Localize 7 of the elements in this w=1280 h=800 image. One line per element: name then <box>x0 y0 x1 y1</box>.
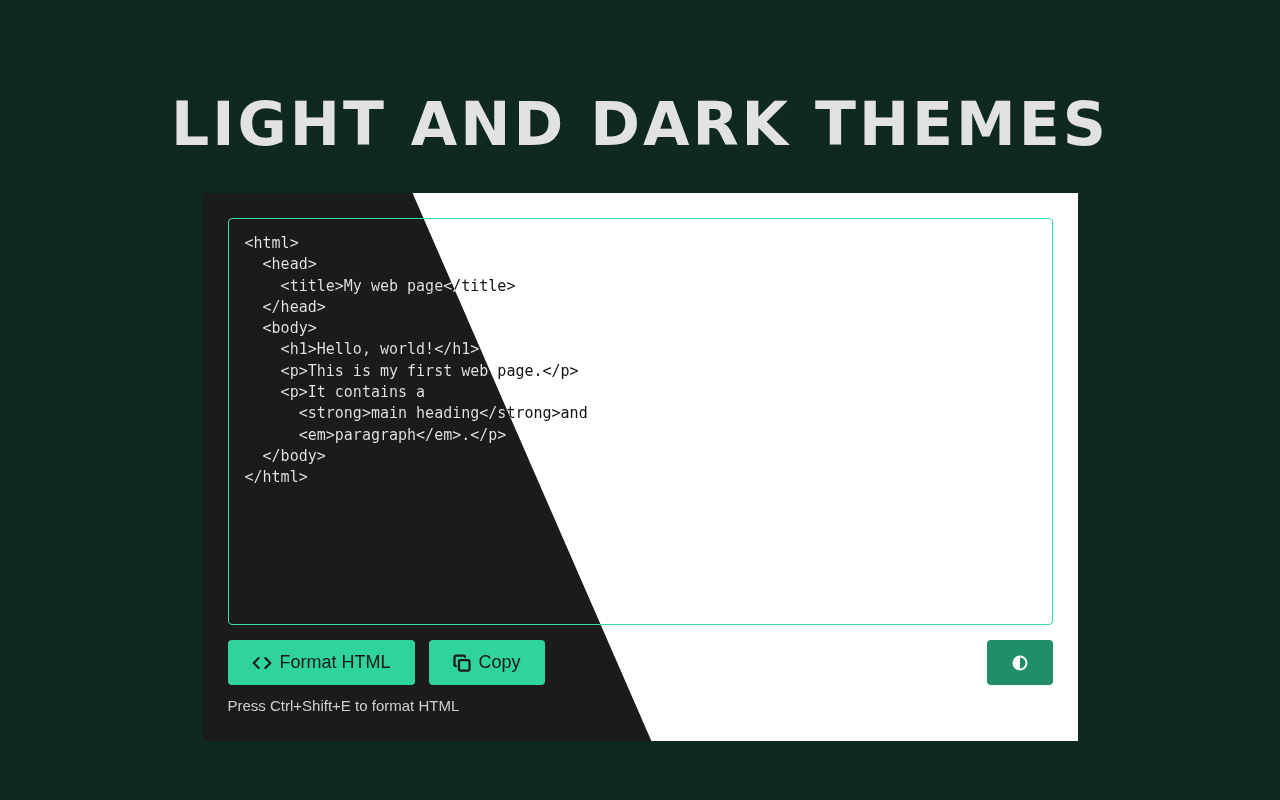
shortcut-hint: Press Ctrl+Shift+E to format HTML <box>227 697 461 714</box>
copy-button[interactable]: Copy <box>428 640 545 685</box>
theme-toggle-button[interactable] <box>986 640 1053 685</box>
contrast-icon <box>1010 653 1029 672</box>
format-html-button[interactable]: Format HTML <box>227 640 415 685</box>
copy-icon <box>452 653 471 672</box>
page-title: LIGHT AND DARK THEMES <box>170 88 1109 161</box>
